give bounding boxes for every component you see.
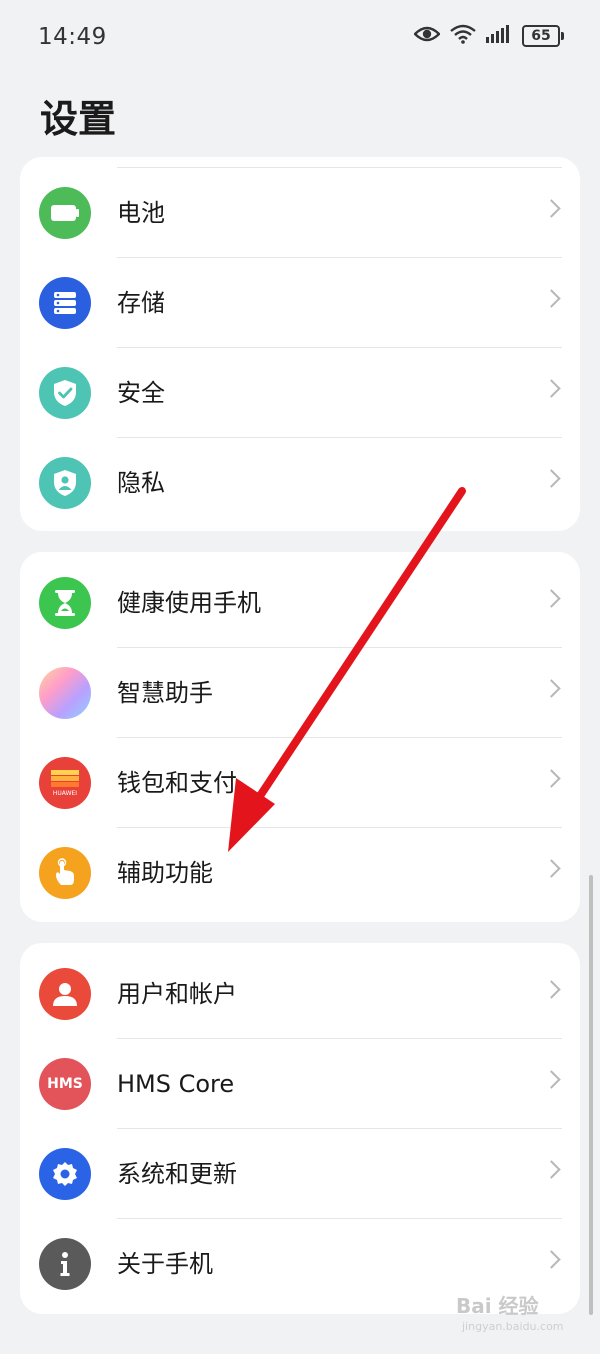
chevron-right-icon (542, 289, 561, 308)
settings-group-device: 电池 存储 安全 隐私 (20, 157, 580, 531)
settings-group-system: 用户和帐户 HMS HMS Core 系统和更新 关于手机 (20, 943, 580, 1314)
hms-icon-text: HMS (47, 1076, 83, 1092)
user-icon (39, 968, 91, 1020)
battery-indicator: 65 (522, 25, 564, 47)
watermark-url: jingyan.baidu.com (462, 1320, 564, 1333)
chevron-right-icon (542, 469, 561, 488)
battery-icon (39, 187, 91, 239)
chevron-right-icon (542, 980, 561, 999)
gear-icon (39, 1148, 91, 1200)
shield-user-icon (39, 457, 91, 509)
shield-check-icon (39, 367, 91, 419)
status-icons: 65 (413, 24, 564, 48)
chevron-right-icon (542, 859, 561, 878)
settings-item-digital-balance[interactable]: 健康使用手机 (20, 558, 580, 648)
chevron-right-icon (542, 379, 561, 398)
settings-item-label: HMS Core (117, 1070, 235, 1098)
settings-item-wallet[interactable]: HUAWEI 钱包和支付 (20, 738, 580, 828)
chevron-right-icon (542, 1160, 561, 1179)
settings-item-smart-assistant[interactable]: 智慧助手 (20, 648, 580, 738)
chevron-right-icon (542, 589, 561, 608)
settings-item-users-accounts[interactable]: 用户和帐户 (20, 949, 580, 1039)
storage-icon (39, 277, 91, 329)
settings-item-label: 钱包和支付 (117, 769, 237, 797)
huawei-wallet-icon: HUAWEI (39, 757, 91, 809)
settings-item-storage[interactable]: 存储 (20, 258, 580, 348)
settings-item-system-update[interactable]: 系统和更新 (20, 1129, 580, 1219)
page-title: 设置 (40, 97, 117, 141)
chevron-right-icon (542, 1250, 561, 1269)
settings-item-security[interactable]: 安全 (20, 348, 580, 438)
chevron-right-icon (542, 769, 561, 788)
settings-item-label: 智慧助手 (117, 679, 213, 707)
settings-item-label: 健康使用手机 (117, 589, 261, 617)
chevron-right-icon (542, 1070, 561, 1089)
chevron-right-icon (542, 199, 561, 218)
status-bar: 14:49 65 (0, 0, 600, 76)
hms-icon: HMS (39, 1058, 91, 1110)
settings-item-accessibility[interactable]: 辅助功能 (20, 828, 580, 918)
hand-pointer-icon (39, 847, 91, 899)
chevron-right-icon (542, 679, 561, 698)
settings-item-label: 电池 (117, 199, 165, 227)
settings-item-label: 安全 (117, 379, 165, 407)
watermark: Bai 经验 (456, 1294, 539, 1318)
status-time: 14:49 (38, 24, 107, 50)
scrollbar[interactable] (589, 875, 593, 1315)
settings-item-privacy[interactable]: 隐私 (20, 438, 580, 528)
wifi-icon (450, 24, 476, 48)
settings-item-label: 存储 (117, 289, 165, 317)
settings-item-label: 隐私 (117, 469, 165, 497)
settings-item-label: 辅助功能 (117, 859, 213, 887)
divider (117, 157, 562, 168)
hourglass-icon (39, 577, 91, 629)
assistant-icon (39, 667, 91, 719)
settings-item-label: 系统和更新 (117, 1160, 237, 1188)
settings-group-services: 健康使用手机 智慧助手 HUAWEI 钱包和支付 辅助功能 (20, 552, 580, 922)
signal-icon (486, 25, 512, 47)
settings-item-hms-core[interactable]: HMS HMS Core (20, 1039, 580, 1129)
wallet-icon-text: HUAWEI (52, 789, 78, 797)
settings-item-battery[interactable]: 电池 (20, 168, 580, 258)
info-icon (39, 1238, 91, 1290)
settings-item-label: 关于手机 (117, 1250, 213, 1278)
eye-icon (413, 25, 441, 47)
settings-item-label: 用户和帐户 (117, 980, 237, 1008)
